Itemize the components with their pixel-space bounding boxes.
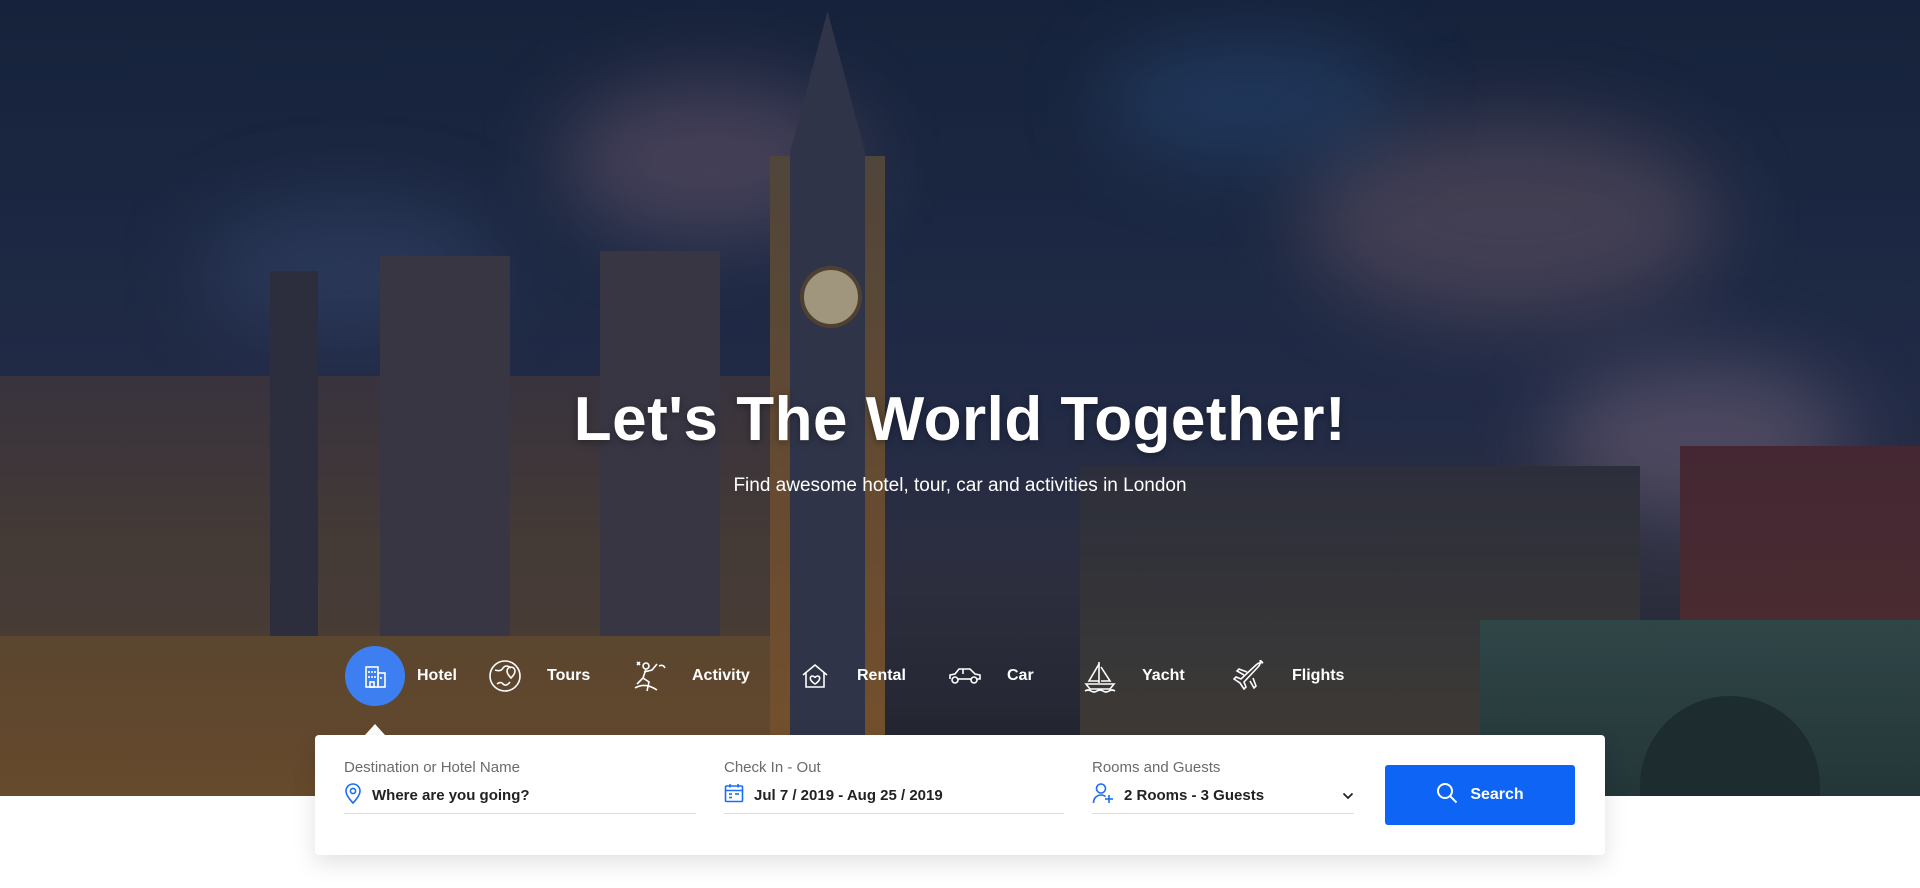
user-add-icon (1092, 782, 1114, 809)
tab-rental[interactable]: Rental (785, 646, 935, 706)
flights-icon (1220, 646, 1280, 706)
chevron-down-icon[interactable] (1342, 787, 1354, 805)
tab-hotel[interactable]: Hotel (345, 646, 475, 706)
yacht-icon (1070, 646, 1130, 706)
hero-subtitle: Find awesome hotel, tour, car and activi… (733, 475, 1187, 496)
tab-label: Activity (692, 667, 750, 684)
tab-flights[interactable]: Flights (1220, 646, 1360, 706)
tab-label: Hotel (417, 667, 457, 684)
destination-field: Destination or Hotel Name (344, 759, 696, 814)
rental-icon (785, 646, 845, 706)
map-pin-icon (344, 782, 362, 809)
guests-field[interactable]: Rooms and Guests 2 Rooms - 3 Guests (1092, 759, 1354, 814)
guests-value: 2 Rooms - 3 Guests (1124, 787, 1265, 804)
destination-input[interactable] (372, 787, 672, 804)
hotel-icon (345, 646, 405, 706)
active-tab-pointer (365, 724, 385, 735)
tab-label: Car (1007, 667, 1034, 684)
category-tabs: Hotel Tours Activity Rental Car Yacht Fl… (345, 646, 1360, 706)
tab-activity[interactable]: Activity (620, 646, 785, 706)
search-button[interactable]: Search (1385, 765, 1575, 825)
tours-icon (475, 646, 535, 706)
car-icon (935, 646, 995, 706)
tab-label: Tours (547, 667, 591, 684)
search-form: Destination or Hotel Name Check In - Out… (315, 735, 1605, 855)
activity-icon (620, 646, 680, 706)
dates-field[interactable]: Check In - Out Jul 7 / 2019 - Aug 25 / 2… (724, 759, 1064, 814)
dates-label: Check In - Out (724, 759, 821, 776)
calendar-icon (724, 783, 744, 808)
tab-label: Yacht (1142, 667, 1185, 684)
tab-yacht[interactable]: Yacht (1070, 646, 1220, 706)
search-icon (1436, 782, 1458, 809)
tab-label: Flights (1292, 667, 1345, 684)
destination-label: Destination or Hotel Name (344, 759, 520, 776)
guests-label: Rooms and Guests (1092, 759, 1221, 776)
dates-value: Jul 7 / 2019 - Aug 25 / 2019 (754, 787, 943, 804)
tab-tours[interactable]: Tours (475, 646, 620, 706)
tab-car[interactable]: Car (935, 646, 1070, 706)
hero-title: Let's The World Together! (573, 385, 1347, 454)
tab-label: Rental (857, 667, 906, 684)
search-button-label: Search (1470, 786, 1524, 803)
